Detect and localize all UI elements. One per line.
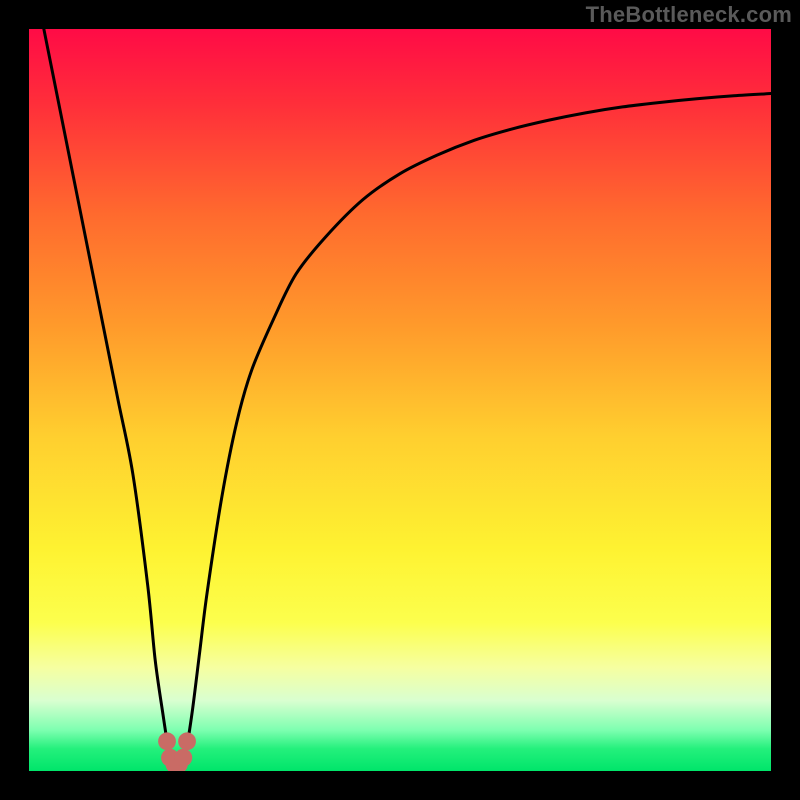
bottleneck-curve	[29, 29, 771, 771]
watermark-text: TheBottleneck.com	[586, 2, 792, 28]
valley-marker	[158, 732, 196, 771]
plot-area	[29, 29, 771, 771]
chart-frame: TheBottleneck.com	[0, 0, 800, 800]
